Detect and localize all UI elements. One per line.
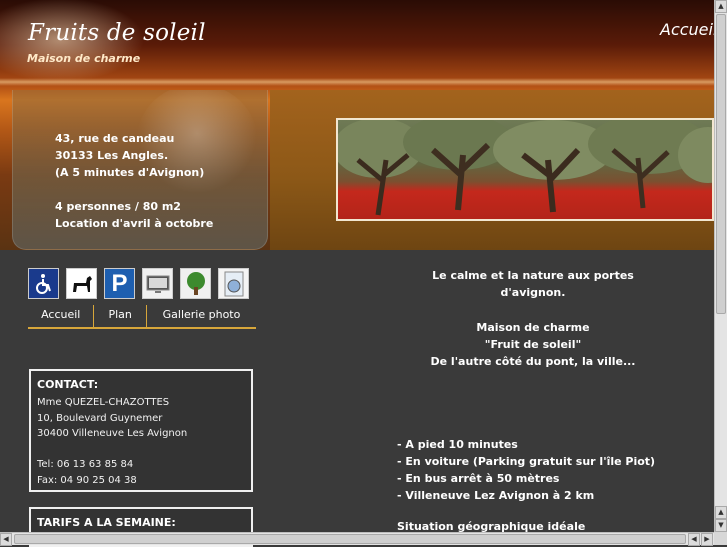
contact-heading: CONTACT: (37, 378, 99, 391)
address-distance: (A 5 minutes d'Avignon) (55, 166, 205, 179)
contact-street: 10, Boulevard Guynemer (37, 412, 163, 424)
description-line-3: Maison de charme (476, 321, 590, 334)
scroll-up-arrow-icon[interactable]: ▲ (715, 506, 727, 519)
wheelchair-icon (28, 268, 59, 299)
washing-machine-icon (218, 268, 249, 299)
description-intro: Le calme et la nature aux portes d'avign… (350, 267, 716, 301)
access-spacer (397, 504, 655, 518)
scroll-left-arrow-icon[interactable]: ◀ (0, 533, 12, 546)
address-panel: 43, rue de candeau 30133 Les Angles. (A … (12, 90, 268, 250)
olive-trees-illustration (338, 120, 712, 216)
tv-icon (142, 268, 173, 299)
description-line-2: d'avignon. (500, 286, 566, 299)
access-list: - A pied 10 minutes - En voiture (Parkin… (397, 436, 655, 535)
description-line-5: De l'autre côté du pont, la ville... (430, 355, 636, 368)
dog-icon (66, 268, 97, 299)
site-title: Fruits de soleil (28, 20, 206, 46)
access-item: - En voiture (Parking gratuit sur l'île … (397, 455, 656, 468)
description-line-1: Le calme et la nature aux portes (432, 269, 634, 282)
contact-box: CONTACT: Mme QUEZEL-CHAZOTTES 10, Boulev… (29, 369, 253, 492)
capacity: 4 personnes / 80 m2 (55, 200, 181, 213)
tab-accueil[interactable]: Accueil (28, 305, 95, 327)
vertical-scrollbar[interactable]: ▲ ▲ ▼ (714, 0, 727, 532)
access-item: - A pied 10 minutes (397, 438, 518, 451)
tab-plan[interactable]: Plan (94, 305, 147, 327)
vertical-scroll-thumb[interactable] (716, 14, 726, 314)
address-city: 30133 Les Angles. (55, 149, 169, 162)
contact-tel: Tel: 06 13 63 85 84 (37, 459, 134, 470)
access-item: - Villeneuve Lez Avignon à 2 km (397, 489, 595, 502)
site-subtitle: Maison de charme (27, 52, 141, 65)
address-lines: 43, rue de candeau 30133 Les Angles. (A … (55, 130, 213, 232)
access-item: - En bus arrêt à 50 mètres (397, 472, 560, 485)
address-street: 43, rue de candeau (55, 132, 175, 145)
scroll-right-arrow-icon[interactable]: ▶ (701, 533, 713, 546)
contact-spacer (37, 442, 251, 458)
scroll-left-arrow-icon[interactable]: ◀ (688, 533, 700, 546)
horizontal-scrollbar[interactable]: ◀ ◀ ▶ (0, 532, 714, 546)
description-line-4: "Fruit de soleil" (484, 338, 582, 351)
rental-period: Location d'avril à octobre (55, 217, 214, 230)
sub-navigation: Accueil Plan Gallerie photo (28, 305, 256, 329)
nav-accueil-link[interactable]: Accueil (660, 20, 714, 39)
scroll-up-arrow-icon[interactable]: ▲ (715, 0, 727, 13)
contact-fax: Fax: 04 90 25 04 38 (37, 474, 137, 486)
tree-icon (180, 268, 211, 299)
header-shine (0, 78, 714, 86)
horizontal-scroll-thumb[interactable] (14, 534, 686, 544)
scrollbar-corner (714, 532, 727, 545)
scroll-down-arrow-icon[interactable]: ▼ (715, 519, 727, 532)
olive-grove-photo (336, 118, 714, 221)
address-spacer (55, 181, 213, 198)
amenity-icons: P (28, 268, 249, 299)
tab-gallerie-photo[interactable]: Gallerie photo (147, 305, 256, 327)
header: Fruits de soleil Maison de charme Accuei… (0, 0, 714, 250)
parking-icon: P (104, 268, 135, 299)
contact-city: 30400 Villeneuve Les Avignon (37, 428, 188, 439)
contact-name: Mme QUEZEL-CHAZOTTES (37, 397, 170, 408)
tarifs-heading: TARIFS A LA SEMAINE: (37, 516, 176, 529)
description-house: Maison de charme "Fruit de soleil" De l'… (350, 319, 716, 370)
